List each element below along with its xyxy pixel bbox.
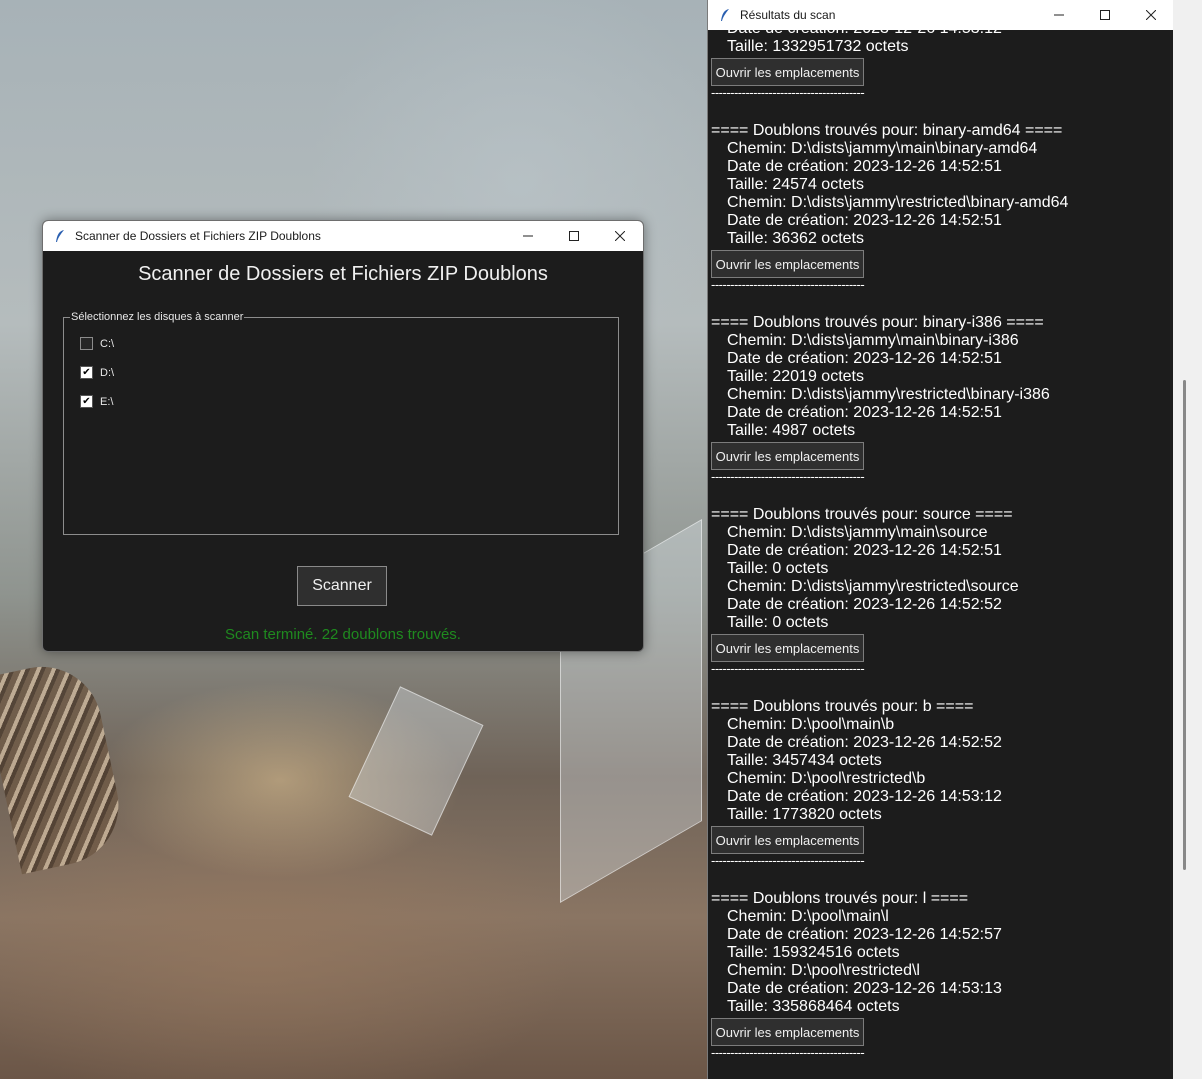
result-separator: ---------------------------------------- xyxy=(711,661,865,676)
scanner-window: Scanner de Dossiers et Fichiers ZIP Doub… xyxy=(42,220,644,652)
duplicate-group-header: ==== Doublons trouvés pour: source ==== xyxy=(711,506,1013,523)
result-path: Chemin: D:\pool\restricted\l xyxy=(727,962,920,979)
maximize-button[interactable] xyxy=(551,221,597,251)
result-path: Chemin: D:\pool\restricted\b xyxy=(727,770,926,787)
duplicate-group-header: ==== Doublons trouvés pour: b ==== xyxy=(711,698,974,715)
open-locations-button[interactable]: Ouvrir les emplacements xyxy=(711,826,864,854)
result-date: Date de création: 2023-12-26 14:53:12 xyxy=(727,788,1002,805)
wallpaper-glass-shard xyxy=(348,686,484,836)
results-content: Date de création: 2023-12-26 14:53:12 Ta… xyxy=(708,30,1170,1079)
result-date: Date de création: 2023-12-26 14:52:57 xyxy=(727,926,1002,943)
result-separator: ---------------------------------------- xyxy=(711,1045,865,1060)
result-size: Taille: 1332951732 octets xyxy=(727,38,909,55)
app-heading: Scanner de Dossiers et Fichiers ZIP Doub… xyxy=(138,263,548,285)
duplicate-group-header: ==== Doublons trouvés pour: binary-amd64… xyxy=(711,122,1063,139)
duplicate-group-header: ==== Doublons trouvés pour: binary-i386 … xyxy=(711,314,1044,331)
result-path: Chemin: D:\dists\jammy\main\binary-amd64 xyxy=(727,140,1038,157)
checkbox-checked-icon[interactable]: ✔ xyxy=(80,395,93,408)
result-size: Taille: 22019 octets xyxy=(727,368,864,385)
result-date: Date de création: 2023-12-26 14:52:51 xyxy=(727,542,1002,559)
wallpaper-coil xyxy=(0,655,130,875)
result-path: Chemin: D:\dists\jammy\restricted\binary… xyxy=(727,194,1069,211)
feather-icon xyxy=(53,229,67,243)
checkbox-unchecked-icon[interactable] xyxy=(80,337,93,350)
scan-button[interactable]: Scanner xyxy=(297,566,387,606)
maximize-icon xyxy=(1100,10,1110,20)
close-icon xyxy=(1146,10,1156,20)
results-scrollbar[interactable] xyxy=(1173,0,1202,1079)
close-button[interactable] xyxy=(597,221,643,251)
open-locations-button[interactable]: Ouvrir les emplacements xyxy=(711,1018,864,1046)
result-separator: ---------------------------------------- xyxy=(711,469,865,484)
result-size: Taille: 159324516 octets xyxy=(727,944,900,961)
results-window-title: Résultats du scan xyxy=(740,8,836,22)
result-date: Date de création: 2023-12-26 14:52:51 xyxy=(727,158,1002,175)
disk-label: C:\ xyxy=(100,337,115,350)
results-title-bar: Résultats du scan xyxy=(708,0,1174,30)
result-date: Date de création: 2023-12-26 14:52:51 xyxy=(727,350,1002,367)
result-path: Chemin: D:\pool\main\b xyxy=(727,716,895,733)
disk-label: E:\ xyxy=(100,395,114,408)
result-path: Chemin: D:\dists\jammy\restricted\binary… xyxy=(727,386,1050,403)
minimize-button[interactable] xyxy=(505,221,551,251)
result-size: Taille: 0 octets xyxy=(727,560,829,577)
maximize-icon xyxy=(569,231,579,241)
result-size: Taille: 1773820 octets xyxy=(727,806,882,823)
scanner-title-bar: Scanner de Dossiers et Fichiers ZIP Doub… xyxy=(43,221,643,251)
open-locations-button[interactable]: Ouvrir les emplacements xyxy=(711,634,864,662)
result-size: Taille: 335868464 octets xyxy=(727,998,900,1015)
feather-icon xyxy=(718,8,732,22)
scanner-window-title: Scanner de Dossiers et Fichiers ZIP Doub… xyxy=(75,229,321,243)
minimize-button[interactable] xyxy=(1036,0,1082,30)
close-button[interactable] xyxy=(1128,0,1174,30)
disk-group-label: Sélectionnez les disques à scanner xyxy=(71,311,244,323)
result-size: Taille: 0 octets xyxy=(727,614,829,631)
result-date: Date de création: 2023-12-26 14:52:51 xyxy=(727,212,1002,229)
result-date: Date de création: 2023-12-26 14:52:52 xyxy=(727,734,1002,751)
results-list: Date de création: 2023-12-26 14:53:12 Ta… xyxy=(708,30,1170,1064)
result-path: Chemin: D:\pool\main\l xyxy=(727,908,889,925)
result-size: Taille: 3457434 octets xyxy=(727,752,882,769)
result-date: Date de création: 2023-12-26 14:52:51 xyxy=(727,404,1002,421)
close-icon xyxy=(615,231,625,241)
open-locations-button[interactable]: Ouvrir les emplacements xyxy=(711,250,864,278)
result-date: Date de création: 2023-12-26 14:53:12 xyxy=(708,30,1170,38)
disk-checkbox-c[interactable]: C:\ xyxy=(80,337,114,350)
maximize-button[interactable] xyxy=(1082,0,1128,30)
result-separator: ---------------------------------------- xyxy=(711,277,865,292)
result-size: Taille: 4987 octets xyxy=(727,422,856,439)
results-window: Résultats du scan Date de création: 2023… xyxy=(707,0,1175,1079)
result-size: Taille: 36362 octets xyxy=(727,230,864,247)
duplicate-group-header: ==== Doublons trouvés pour: l ==== xyxy=(711,890,969,907)
disk-checkbox-e[interactable]: ✔ E:\ xyxy=(80,395,113,408)
scrollbar-thumb[interactable] xyxy=(1183,380,1186,870)
disk-label: D:\ xyxy=(100,366,115,379)
result-date: Date de création: 2023-12-26 14:53:13 xyxy=(727,980,1002,997)
checkbox-checked-icon[interactable]: ✔ xyxy=(80,366,93,379)
result-separator: ---------------------------------------- xyxy=(711,85,865,100)
open-locations-button[interactable]: Ouvrir les emplacements xyxy=(711,58,864,86)
disk-selection-group: Sélectionnez les disques à scanner C:\ ✔… xyxy=(63,311,619,535)
result-size: Taille: 24574 octets xyxy=(727,176,864,193)
result-path: Chemin: D:\dists\jammy\main\binary-i386 xyxy=(727,332,1019,349)
result-separator: ---------------------------------------- xyxy=(711,853,865,868)
result-path: Chemin: D:\dists\jammy\restricted\source xyxy=(727,578,1019,595)
result-date: Date de création: 2023-12-26 14:52:52 xyxy=(727,596,1002,613)
minimize-icon xyxy=(523,235,533,237)
open-locations-button[interactable]: Ouvrir les emplacements xyxy=(711,442,864,470)
minimize-icon xyxy=(1054,14,1064,16)
disk-checkbox-d[interactable]: ✔ D:\ xyxy=(80,366,114,379)
result-path: Chemin: D:\dists\jammy\main\source xyxy=(727,524,988,541)
status-message: Scan terminé. 22 doublons trouvés. xyxy=(225,626,461,643)
